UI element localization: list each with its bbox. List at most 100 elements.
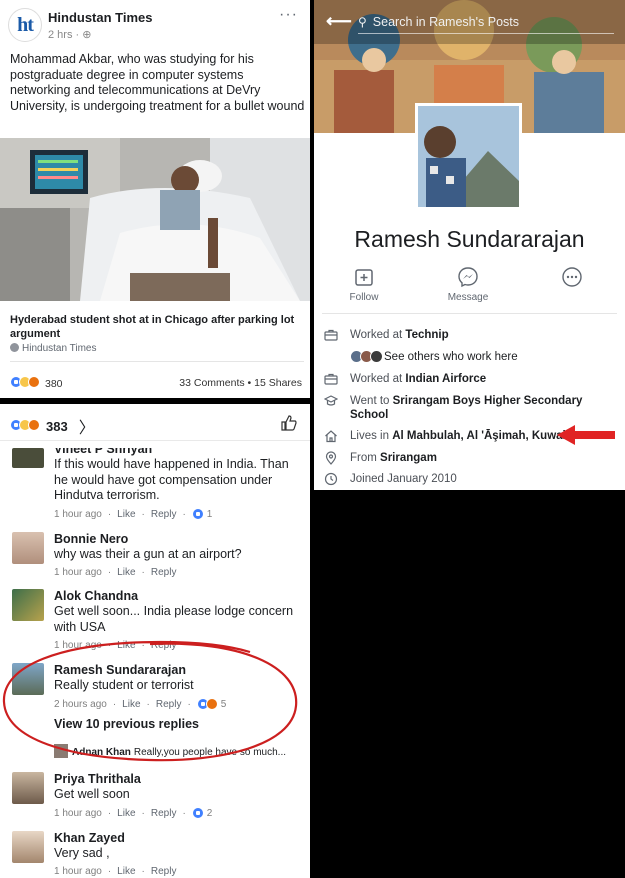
reply-button[interactable]: Reply [156, 699, 182, 710]
search-placeholder: Search in Ramesh's Posts [372, 14, 519, 29]
profile-actions: Follow Message [314, 266, 625, 306]
publisher-logo[interactable]: ht [8, 8, 42, 42]
comments-shares-count[interactable]: 33 Comments • 15 Shares [179, 377, 302, 389]
link-title[interactable]: Hyderabad student shot at in Chicago aft… [10, 313, 300, 341]
like-reaction-icon [191, 807, 204, 819]
publisher-name[interactable]: Hindustan Times [48, 10, 153, 25]
like-button[interactable]: Like [122, 699, 140, 710]
news-post-card: ht Hindustan Times 2 hrs · ⊕ ··· Mohamma… [0, 0, 310, 398]
see-others-link[interactable]: See others who work here [384, 351, 518, 363]
post-image[interactable] [0, 138, 310, 301]
reaction-count: 383 [46, 418, 68, 434]
reply-button[interactable]: Reply [151, 808, 177, 819]
logo-text: ht [17, 13, 34, 36]
comment-text: Get well soon... India please lodge conc… [54, 604, 294, 634]
commenter-avatar[interactable] [12, 831, 44, 863]
message-label: Message [447, 292, 489, 303]
comment-item: Priya Thrithala Get well soon 1 hour ago… [12, 772, 304, 820]
profile-panel: ⟵ ⚲ Search in Ramesh's Posts Ramesh Sund… [314, 0, 625, 490]
commenter-name[interactable]: Ramesh Sundararajan [54, 663, 186, 677]
like-button[interactable]: Like [117, 866, 135, 877]
hometown-link[interactable]: Srirangam [380, 452, 437, 464]
commenter-avatar[interactable] [12, 589, 44, 621]
info-text: From Srirangam [350, 451, 610, 465]
like-button[interactable]: Like [117, 567, 135, 578]
hospital-photo [0, 138, 310, 301]
post-time: 2 hrs · [48, 29, 83, 41]
search-icon: ⚲ [358, 14, 367, 29]
home-icon [325, 430, 337, 443]
link-source: Hindustan Times [10, 343, 96, 354]
divider [322, 313, 617, 314]
reaction-count: 2 [206, 807, 213, 819]
like-button[interactable]: Like [117, 808, 135, 819]
graduation-cap-icon [324, 395, 338, 406]
thumbs-up-icon[interactable] [280, 414, 298, 432]
more-options-icon[interactable]: ··· [279, 6, 298, 24]
angry-reaction-icon [28, 418, 40, 431]
commenter-avatar[interactable] [12, 663, 44, 695]
commenter-name[interactable]: Khan Zayed [54, 831, 125, 845]
info-text: Worked at Technip [350, 328, 610, 342]
post-header: ht Hindustan Times 2 hrs · ⊕ ··· [8, 6, 302, 44]
reply-button[interactable]: Reply [151, 509, 177, 520]
comment-text: Really student or terrorist [54, 678, 194, 692]
message-button[interactable]: Message [428, 266, 508, 303]
comment-item: Khan Zayed Very sad , 1 hour ago · Like · … [12, 831, 304, 878]
reply-author[interactable]: Adnan Khan [72, 747, 131, 758]
reaction-summary[interactable]: 380 [10, 376, 63, 391]
comment-time: 1 hour ago [54, 640, 102, 651]
commenter-avatar[interactable] [12, 772, 44, 804]
comment-time: 1 hour ago [54, 866, 102, 877]
workplace-link[interactable]: Technip [405, 329, 448, 341]
commenter-name[interactable]: Priya Thrithala [54, 772, 141, 786]
angry-reaction-icon [28, 376, 40, 388]
briefcase-icon [324, 329, 338, 341]
comment-actions: 1 hour ago · Like · Reply [54, 567, 177, 578]
current-city-link[interactable]: Al Mahbulah, Al 'Āşimah, Kuwait [392, 430, 569, 442]
more-options-icon [562, 267, 582, 287]
commenter-name[interactable]: Vineet P Shriyan [54, 448, 152, 456]
divider [10, 361, 304, 362]
info-text: Worked at Indian Airforce [350, 372, 610, 386]
info-prefix: Went to [350, 395, 393, 407]
coworker-avatars [350, 350, 383, 367]
comment-actions: 2 hours ago · Like · Reply · 5 [54, 698, 227, 710]
reply-button[interactable]: Reply [151, 866, 177, 877]
info-text: Went to Srirangam Boys Higher Secondary … [350, 394, 610, 422]
reply-avatar[interactable] [54, 744, 68, 758]
profile-photo [418, 106, 519, 207]
reply-text: Really,you people have so much... [133, 747, 287, 758]
commenter-name[interactable]: Alok Chandna [54, 589, 138, 603]
commenter-avatar[interactable] [12, 448, 44, 468]
profile-picture[interactable] [415, 103, 522, 210]
reply-button[interactable]: Reply [151, 567, 177, 578]
reply-button[interactable]: Reply [151, 640, 177, 651]
follow-button[interactable]: Follow [324, 266, 404, 303]
comment-actions: 1 hour ago · Like · Reply · 1 [54, 508, 213, 520]
reaction-count: 380 [45, 377, 63, 390]
comment-text: why was their a gun at an airport? [54, 547, 242, 561]
commenter-name[interactable]: Bonnie Nero [54, 532, 128, 546]
view-previous-replies-link[interactable]: View 10 previous replies [54, 717, 199, 731]
more-button[interactable] [532, 266, 612, 292]
comments-reaction-bar[interactable]: 383 〉 [10, 414, 95, 438]
info-text: See others who work here [350, 350, 610, 367]
like-button[interactable]: Like [117, 509, 135, 520]
reaction-count: 1 [206, 508, 213, 520]
workplace-link[interactable]: Indian Airforce [405, 373, 486, 385]
comment-item: Vineet P Shriyan If this would have happ… [12, 442, 304, 522]
reaction-count: 5 [220, 698, 227, 710]
comment-item: Ramesh Sundararajan Really student or te… [12, 663, 304, 713]
search-input[interactable]: ⚲ Search in Ramesh's Posts [358, 10, 614, 34]
commenter-avatar[interactable] [12, 532, 44, 564]
comment-time: 2 hours ago [54, 698, 107, 710]
back-arrow-icon[interactable]: ⟵ [326, 11, 352, 32]
like-button[interactable]: Like [117, 640, 135, 651]
reaction-icons [10, 418, 40, 434]
profile-name: Ramesh Sundararajan [354, 226, 585, 252]
comment-actions: 1 hour ago · Like · Reply [54, 640, 177, 651]
comment-time: 1 hour ago [54, 807, 102, 819]
follow-label: Follow [349, 292, 379, 303]
reaction-icons [10, 376, 40, 391]
